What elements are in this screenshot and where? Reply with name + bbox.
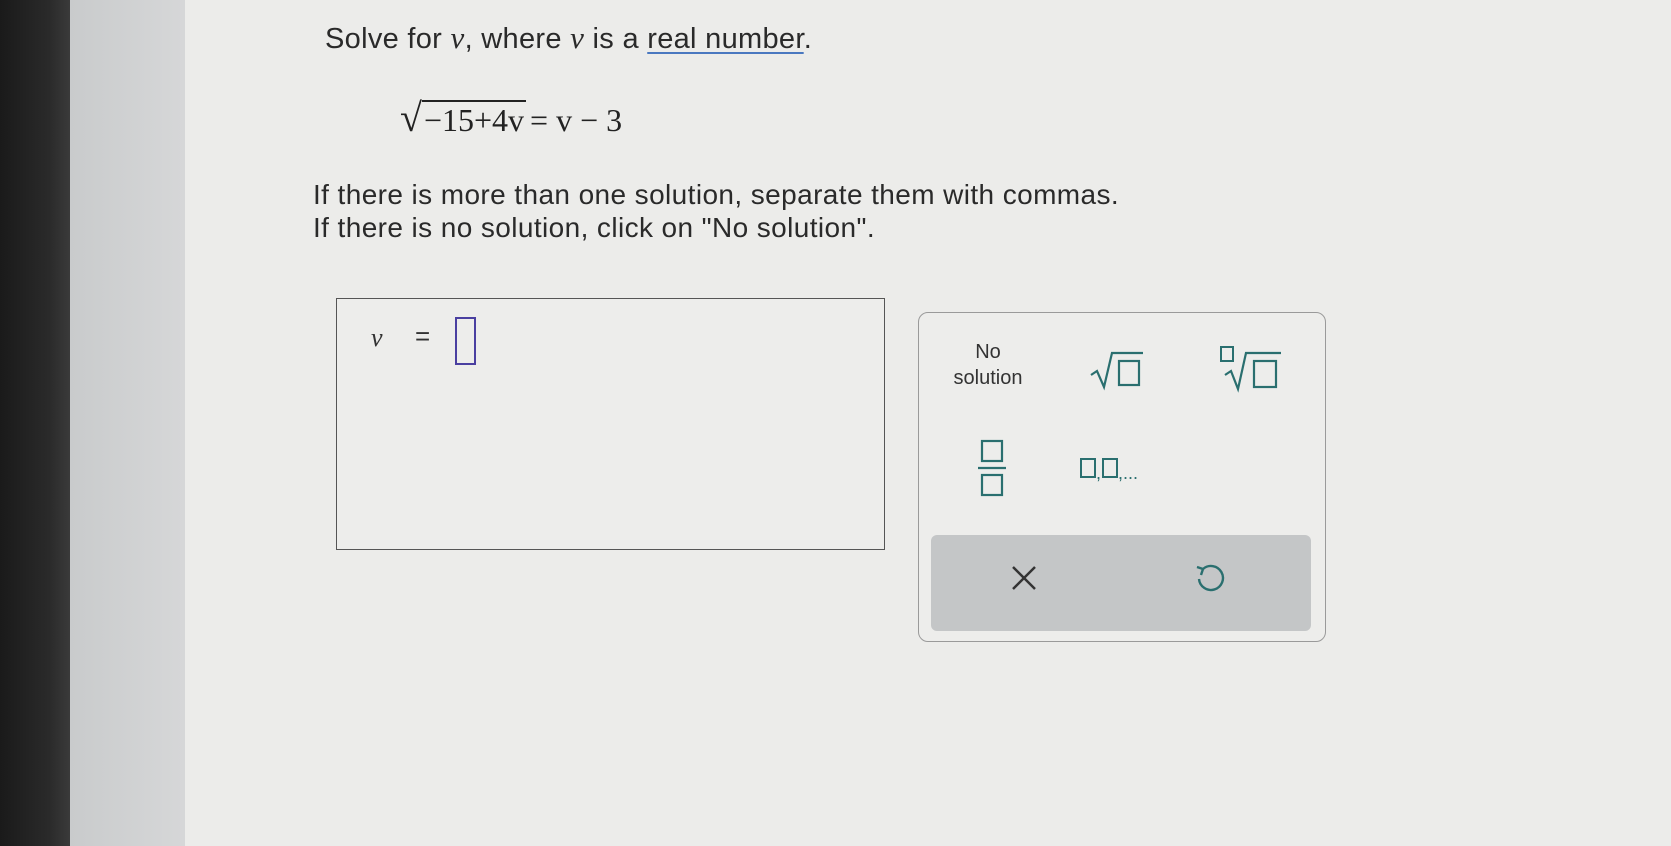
screen-bezel <box>0 0 70 846</box>
nth-root-button[interactable] <box>1219 345 1283 400</box>
clear-button[interactable] <box>1009 563 1039 598</box>
fraction-icon <box>978 439 1006 497</box>
fraction-button[interactable] <box>977 439 1007 502</box>
prompt-text-2: , where <box>464 23 571 55</box>
answer-equals-sign: = <box>415 321 431 351</box>
list-button[interactable]: , ,... <box>1079 455 1163 490</box>
answer-input[interactable] <box>455 317 476 365</box>
radical-sign: √ <box>400 95 422 140</box>
prompt-text-1: Solve for <box>325 23 451 55</box>
equation: √ −15+4v = v − 3 <box>400 98 622 138</box>
radicand: −15+4v <box>421 100 527 139</box>
undo-button[interactable] <box>1193 563 1225 602</box>
undo-icon <box>1196 564 1225 592</box>
prompt-text-3: is a <box>584 23 648 55</box>
answer-area[interactable]: v = <box>336 298 885 550</box>
close-icon <box>1012 566 1036 590</box>
answer-variable-label: v <box>371 323 383 352</box>
svg-text:,...: ,... <box>1118 463 1138 483</box>
math-keypad: No solution , ,... <box>918 312 1326 642</box>
list-icon: , ,... <box>1080 458 1138 483</box>
no-solution-label-2: solution <box>953 367 1023 389</box>
no-solution-label-1: No <box>975 341 1001 363</box>
question-prompt: Solve for v, where v is a real number. <box>325 20 812 56</box>
keypad-action-bar <box>931 535 1311 631</box>
nth-root-icon <box>1220 346 1281 393</box>
square-root-button[interactable] <box>1089 349 1145 398</box>
prompt-text-end: . <box>803 23 813 55</box>
instruction-line-2: If there is no solution, click on "No so… <box>313 212 876 243</box>
variable-symbol-2: v <box>570 20 585 55</box>
equation-right-side: = v − 3 <box>530 102 623 139</box>
svg-text:,: , <box>1096 463 1101 483</box>
square-root-icon <box>1090 351 1143 391</box>
no-solution-button[interactable]: No solution <box>943 339 1033 391</box>
left-side-panel <box>70 0 185 846</box>
variable-symbol: v <box>450 20 465 55</box>
real-number-link[interactable]: real number <box>647 23 803 55</box>
instruction-line-1: If there is more than one solution, sepa… <box>313 179 1120 210</box>
instructions: If there is more than one solution, sepa… <box>313 178 1119 244</box>
